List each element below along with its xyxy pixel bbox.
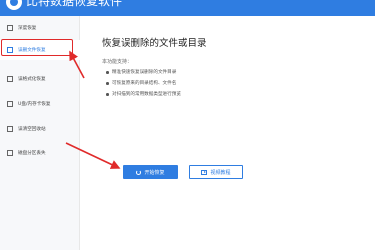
sidebar-item-deep-recovery[interactable]: 深度恢复 (0, 18, 80, 38)
clock-icon (7, 25, 13, 31)
video-tutorial-label: 视频教程 (210, 169, 231, 176)
feature-list: 精准快速恢复误删除的文件目录 可恢复原来的目录结构、文件名 对扫描到的常用数据类… (106, 67, 181, 100)
intro-label: 本功能支持： (102, 59, 133, 65)
sidebar-item-label: 误格式化恢复 (18, 77, 46, 82)
play-video-icon (201, 169, 208, 175)
feature-item: 可恢复原来的目录结构、文件名 (106, 78, 181, 89)
annotation-highlight-box (1, 39, 73, 56)
sidebar-item-format-recovery[interactable]: 误格式化恢复 (0, 69, 80, 89)
video-tutorial-button[interactable]: 视频教程 (189, 165, 243, 179)
start-recovery-label: 开始恢复 (144, 169, 165, 176)
sidebar-item-partition-recovery[interactable]: 磁盘分区丢失 (0, 143, 80, 163)
partition-icon (7, 150, 13, 156)
recycle-icon (7, 126, 13, 132)
feature-item: 对扫描到的常用数据类型进行预览 (106, 89, 181, 100)
app-logo-icon (6, 0, 22, 10)
sidebar-item-label: U盘/内存卡恢复 (18, 102, 51, 107)
sidebar-item-label: 深度恢复 (18, 26, 37, 31)
refresh-icon (136, 169, 142, 175)
feature-item: 精准快速恢复误删除的文件目录 (106, 67, 181, 78)
usb-icon (7, 101, 13, 107)
start-recovery-button[interactable]: 开始恢复 (123, 165, 178, 179)
sidebar-item-label: 误清空回收站 (18, 127, 46, 132)
sidebar-item-label: 磁盘分区丢失 (18, 151, 46, 156)
sidebar-item-usb-card-recovery[interactable]: U盘/内存卡恢复 (0, 94, 80, 114)
app-title: 比特数据恢复软件 (26, 0, 123, 8)
page-title: 恢复误删除的文件或目录 (102, 38, 207, 49)
sidebar-item-recycle-bin-recovery[interactable]: 误清空回收站 (0, 119, 80, 139)
title-bar: 比特数据恢复软件 (0, 0, 375, 16)
disk-icon (7, 76, 13, 82)
